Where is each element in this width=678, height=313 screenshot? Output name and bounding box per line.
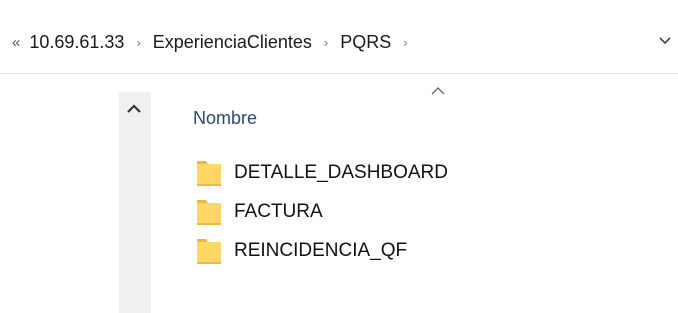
breadcrumb-separator-icon[interactable]: › [403,35,407,50]
breadcrumb-separator-icon[interactable]: › [136,35,140,50]
list-item[interactable]: FACTURA [196,197,448,236]
breadcrumb-item-experienciaclientes[interactable]: ExperienciaClientes [153,32,312,53]
chevron-up-icon[interactable] [125,102,143,116]
breadcrumb-item-pqrs[interactable]: PQRS [340,32,391,53]
breadcrumb: « 10.69.61.33 › ExperienciaClientes › PQ… [12,32,420,53]
folder-icon [197,239,221,264]
sort-ascending-icon [431,87,445,95]
breadcrumb-separator-icon[interactable]: › [324,35,328,50]
breadcrumb-item-server[interactable]: 10.69.61.33 [29,32,124,53]
file-list: DETALLE_DASHBOARD FACTURA REINCIDENCIA_Q… [196,158,448,275]
file-name: REINCIDENCIA_QF [234,240,408,261]
folder-icon [197,161,221,186]
chevron-down-icon[interactable] [658,36,672,46]
list-item[interactable]: REINCIDENCIA_QF [196,236,448,275]
column-header-name[interactable]: Nombre [193,108,257,129]
file-name: DETALLE_DASHBOARD [234,162,448,183]
breadcrumb-overflow-icon[interactable]: « [12,34,20,51]
list-item[interactable]: DETALLE_DASHBOARD [196,158,448,197]
navigation-pane-scrollbar[interactable] [119,92,151,313]
file-explorer-window: « 10.69.61.33 › ExperienciaClientes › PQ… [0,0,678,313]
file-name: FACTURA [234,201,323,222]
folder-icon [197,200,221,225]
address-bar[interactable]: « 10.69.61.33 › ExperienciaClientes › PQ… [0,14,678,74]
